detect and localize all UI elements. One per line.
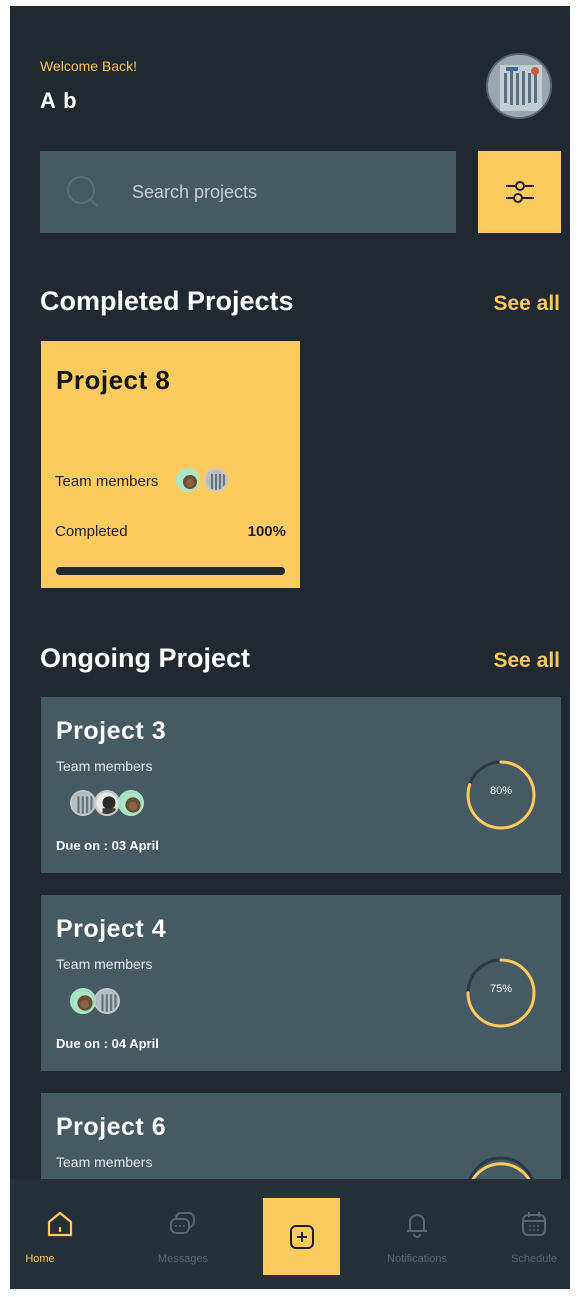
due-value: 04 April xyxy=(111,1036,159,1051)
project-title: Project 4 xyxy=(56,915,167,943)
nav-messages[interactable]: Messages xyxy=(138,1179,228,1289)
progress-percent: 80% xyxy=(489,785,513,797)
team-members-label: Team members xyxy=(56,1154,153,1170)
progress-bar xyxy=(56,567,285,575)
ongoing-section-title: Ongoing Project xyxy=(40,643,251,673)
team-member-avatar xyxy=(204,468,228,492)
due-prefix: Due on : xyxy=(56,1036,108,1051)
nav-label: Messages xyxy=(157,1253,209,1265)
user-name: A b xyxy=(40,88,78,113)
messages-icon xyxy=(170,1212,195,1234)
nav-schedule[interactable]: Schedule xyxy=(489,1179,570,1289)
home-icon xyxy=(47,1211,73,1237)
ongoing-see-all-link[interactable]: See all xyxy=(493,649,560,673)
due-date: Due on : 04 April xyxy=(56,1036,159,1051)
filter-button[interactable] xyxy=(478,151,561,233)
bell-icon xyxy=(407,1214,427,1238)
add-icon xyxy=(289,1224,314,1249)
team-members-label: Team members xyxy=(56,956,153,972)
nav-label: Notifications xyxy=(387,1253,447,1265)
progress-bar-fill xyxy=(56,567,285,575)
ongoing-project-card[interactable]: Project 4 Team members Due on : 04 April… xyxy=(41,895,561,1071)
nav-label: Home xyxy=(25,1253,55,1265)
completed-project-card[interactable]: Project 8 Team members Completed 100% xyxy=(41,341,300,588)
due-prefix: Due on : xyxy=(56,838,108,853)
team-member-avatar xyxy=(94,988,120,1014)
project-title: Project 3 xyxy=(56,717,167,745)
team-members-label: Team members xyxy=(55,473,159,490)
search-icon xyxy=(67,176,98,207)
nav-notifications[interactable]: Notifications xyxy=(372,1179,462,1289)
ongoing-project-card[interactable]: Project 3 Team members Due on : 03 April… xyxy=(41,697,561,873)
progress-percent: 100% xyxy=(247,523,286,540)
project-title: Project 6 xyxy=(56,1113,167,1141)
search-bar[interactable] xyxy=(40,151,456,233)
profile-avatar[interactable] xyxy=(486,53,552,119)
team-members-label: Team members xyxy=(56,758,153,774)
nav-label: Schedule xyxy=(511,1253,557,1265)
nav-home[interactable]: Home xyxy=(15,1179,105,1289)
project-title: Project 8 xyxy=(56,365,171,395)
team-member-avatar xyxy=(176,468,200,492)
team-member-avatar xyxy=(70,988,96,1014)
progress-percent: 75% xyxy=(489,983,513,995)
team-member-avatar xyxy=(70,790,96,816)
team-member-avatar xyxy=(118,790,144,816)
calendar-icon xyxy=(522,1212,546,1236)
add-project-button[interactable] xyxy=(263,1198,340,1275)
completed-see-all-link[interactable]: See all xyxy=(493,292,560,316)
profile-avatar-image xyxy=(488,55,550,117)
completed-section-title: Completed Projects xyxy=(40,286,294,316)
due-value: 03 April xyxy=(111,838,159,853)
team-member-avatar xyxy=(94,790,120,816)
status-label: Completed xyxy=(55,523,128,540)
bottom-nav: Home Messages Notifications Schedule xyxy=(10,1179,570,1289)
search-input[interactable] xyxy=(132,177,432,207)
sliders-icon xyxy=(505,181,534,203)
welcome-text: Welcome Back! xyxy=(40,58,137,74)
due-date: Due on : 03 April xyxy=(56,838,159,853)
app-screen: Welcome Back! A b Comple xyxy=(10,6,570,1289)
